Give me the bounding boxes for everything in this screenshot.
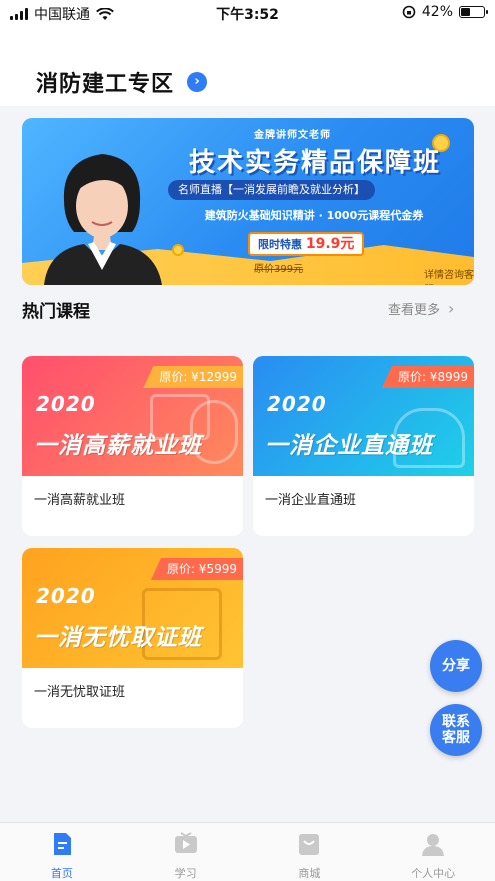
course-name: 一消企业直通班 — [265, 493, 357, 508]
course-year: 2020 — [36, 584, 96, 608]
course-headline: 一消企业直通班 — [265, 433, 433, 459]
course-card[interactable]: 2020 一消企业直通班 原价: ¥8999 一消企业直通班 — [253, 356, 474, 536]
banner-live-label: 名师直播【一消发展前瞻及就业分析】 — [168, 180, 375, 200]
view-more-label: 查看更多 — [388, 303, 441, 318]
teacher-photo — [44, 154, 162, 285]
tab-home-label: 首页 — [50, 867, 73, 880]
tab-profile[interactable]: 个人中心 — [371, 823, 495, 881]
user-profile-icon — [422, 834, 445, 856]
rotation-lock-icon — [402, 5, 416, 19]
page-title: 消防建工专区 — [36, 72, 175, 97]
course-card[interactable]: 2020 一消无忧取证班 原价: ¥5999 一消无忧取证班 — [22, 548, 243, 728]
banner-original-price: 原价399元 — [254, 264, 304, 275]
battery-icon — [459, 6, 488, 18]
tab-profile-label: 个人中心 — [411, 867, 456, 880]
tab-home[interactable]: 首页 — [0, 823, 124, 881]
status-bar: 中国联通 下午3:52 42% — [0, 0, 495, 26]
banner-title: 技术实务精品保障班 — [188, 148, 441, 178]
battery-percent: 42% — [421, 4, 453, 20]
course-name: 一消无忧取证班 — [34, 685, 126, 700]
view-more-link[interactable]: 查看更多 › — [388, 299, 454, 318]
chevron-right-circle-icon[interactable]: › — [187, 72, 207, 92]
home-document-icon — [53, 833, 71, 855]
section-title-hot-courses: 热门课程 — [22, 302, 90, 322]
course-cover: 2020 一消企业直通班 原价: ¥8999 — [253, 356, 474, 476]
page-header: 消防建工专区 › — [0, 26, 495, 106]
video-play-icon — [174, 832, 197, 853]
banner-consult-link[interactable]: 详情咨询客服 — [424, 266, 474, 285]
tab-study-label: 学习 — [174, 867, 197, 880]
price-tag: 原价: ¥12999 — [143, 366, 243, 388]
tab-mall-label: 商城 — [298, 867, 321, 880]
coin-icon — [172, 244, 184, 256]
status-right: 42% — [402, 4, 488, 20]
promo-banner[interactable]: 金牌讲师文老师 技术实务精品保障班 名师直播【一消发展前瞻及就业分析】 建筑防火… — [22, 118, 474, 285]
promo-label: 限时特惠 — [258, 238, 302, 251]
contact-service-label: 联系客服 — [442, 714, 470, 746]
course-headline: 一消高薪就业班 — [34, 433, 202, 459]
promo-price: 19.9元 — [305, 236, 355, 252]
banner-promo-price: 限时特惠 19.9元 — [248, 232, 365, 256]
tab-mall[interactable]: 商城 — [248, 823, 372, 881]
course-card[interactable]: 2020 一消高薪就业班 原价: ¥12999 一消高薪就业班 — [22, 356, 243, 536]
banner-subtitle: 建筑防火基础知识精讲 · 1000元课程代金券 — [204, 209, 424, 222]
price-tag: 原价: ¥5999 — [150, 558, 243, 580]
shopping-bag-icon — [299, 834, 320, 855]
tab-study[interactable]: 学习 — [124, 823, 248, 881]
battery-fill — [461, 8, 470, 16]
course-cover: 2020 一消高薪就业班 原价: ¥12999 — [22, 356, 243, 476]
course-name: 一消高薪就业班 — [34, 493, 126, 508]
banner-teacher-tag: 金牌讲师文老师 — [254, 130, 331, 141]
contact-service-button[interactable]: 联系客服 — [430, 704, 482, 756]
chevron-right-icon: › — [448, 299, 455, 318]
course-cover: 2020 一消无忧取证班 原价: ¥5999 — [22, 548, 243, 668]
bottom-tab-bar: 首页 学习 商城 个人中心 — [0, 822, 495, 881]
share-button[interactable]: 分享 — [430, 640, 482, 692]
course-year: 2020 — [267, 392, 327, 416]
course-headline: 一消无忧取证班 — [34, 625, 202, 651]
price-tag: 原价: ¥8999 — [381, 366, 474, 388]
course-year: 2020 — [36, 392, 96, 416]
